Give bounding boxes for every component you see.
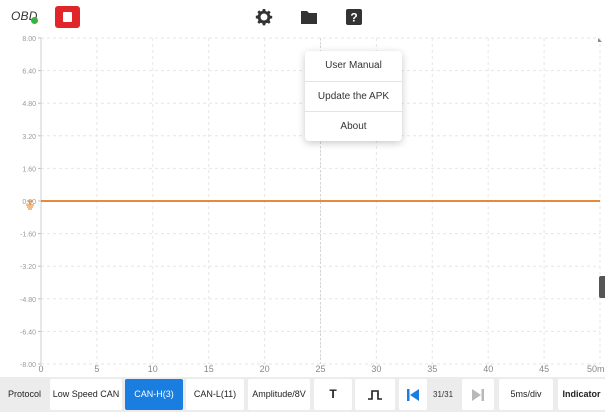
gear-icon[interactable] — [255, 8, 273, 26]
x-tick-label: 40 — [483, 364, 493, 374]
stop-button[interactable] — [55, 6, 80, 28]
menu-item-user-manual[interactable]: User Manual — [305, 51, 402, 81]
timebase-button[interactable]: 5ms/div — [499, 379, 553, 410]
last-frame-button[interactable] — [462, 379, 494, 410]
x-tick-label: 0 — [38, 364, 43, 374]
stop-icon — [63, 12, 72, 22]
x-tick-label: 5 — [94, 364, 99, 374]
y-tick-label: -6.40 — [20, 329, 36, 336]
frame-counter: 31/31 — [433, 390, 454, 399]
y-tick-label: 1.60 — [22, 166, 36, 173]
oscilloscope-area[interactable]: 8.00 6.40 4.80 3.20 1.60 0.00 -1.60 -3.20 -4.80-… — [0, 34, 605, 374]
y-tick-label: -3.20 — [20, 264, 36, 271]
edge-trigger-button[interactable] — [355, 379, 395, 410]
y-tick-label: -1.60 — [20, 232, 36, 239]
skip-forward-icon — [472, 388, 484, 401]
help-icon[interactable]: ? — [345, 8, 363, 26]
top-bar: OBD ? — [0, 0, 605, 34]
menu-item-about[interactable]: About — [305, 111, 402, 141]
y-tick-label: -8.00 — [20, 362, 36, 369]
x-tick-label: 45 — [539, 364, 549, 374]
y-tick-label: 4.80 — [22, 101, 36, 108]
x-tick-label: 10 — [148, 364, 158, 374]
help-menu: User Manual Update the APK About — [305, 51, 402, 141]
folder-icon[interactable] — [300, 8, 318, 26]
connection-status-dot — [31, 17, 38, 24]
rising-edge-icon — [368, 389, 382, 400]
can-l-channel-button[interactable]: CAN-L(11) — [186, 379, 244, 410]
first-frame-button[interactable] — [399, 379, 427, 410]
indicator-button[interactable]: Indicator — [558, 379, 605, 410]
protocol-label: Protocol — [8, 389, 42, 399]
oscilloscope-grid: 8.006.404.803.201.600.00-1.60-3.20-4.80-… — [20, 36, 605, 374]
x-tick-label: 35 — [427, 364, 437, 374]
x-tick-label: 30 — [371, 364, 381, 374]
x-tick-label: 20 — [260, 364, 270, 374]
skip-back-icon — [407, 388, 419, 401]
bottom-toolbar: Protocol Low Speed CAN CAN-H(3) CAN-L(11… — [0, 377, 605, 412]
trigger-button[interactable]: T — [314, 379, 352, 410]
menu-item-update-apk[interactable]: Update the APK — [305, 81, 402, 111]
can-h-channel-button[interactable]: CAN-H(3) — [125, 379, 183, 410]
y-tick-label: 6.40 — [22, 69, 36, 76]
protocol-select[interactable]: Low Speed CAN — [50, 379, 122, 410]
svg-text:?: ? — [350, 11, 357, 25]
x-tick-label: 25 — [315, 364, 325, 374]
y-tick-label: 3.20 — [22, 134, 36, 141]
x-tick-label: 15 — [204, 364, 214, 374]
y-tick-label: 8.00 — [22, 36, 36, 43]
x-tick-label: 50ms — [587, 364, 605, 374]
y-tick-label: -4.80 — [20, 297, 36, 304]
side-panel-handle[interactable] — [599, 276, 605, 298]
amplitude-button[interactable]: Amplitude/8V — [248, 379, 310, 410]
